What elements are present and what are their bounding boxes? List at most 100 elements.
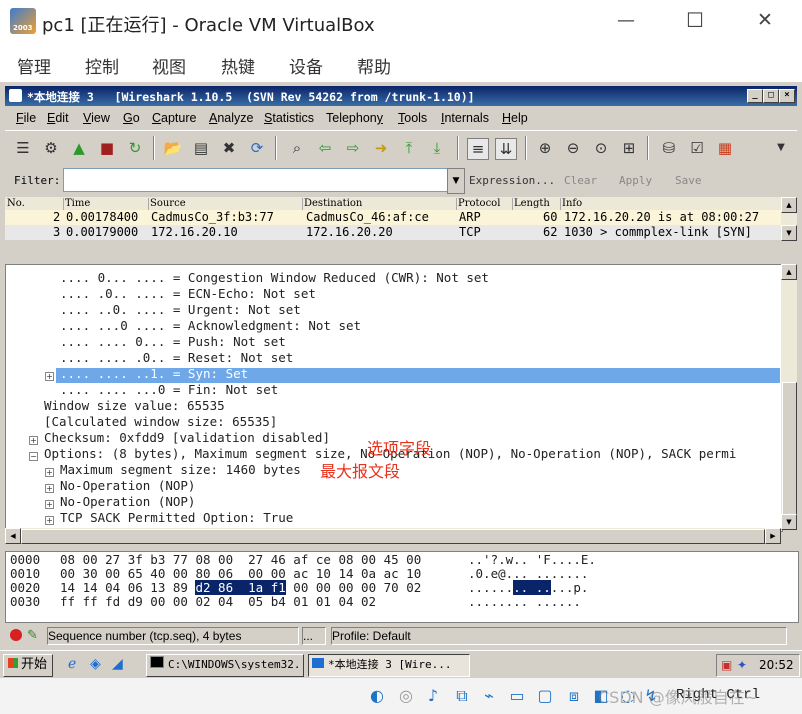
capture-filters-icon[interactable]: ⛁ (659, 138, 679, 158)
apply-button[interactable]: Apply (619, 174, 652, 187)
menu-go[interactable]: Go (123, 111, 140, 125)
detail-line[interactable]: Window size value: 65535 (44, 398, 225, 414)
detail-line[interactable]: .... .... .0.. = Reset: Not set (60, 350, 293, 366)
detail-line[interactable]: Checksum: 0xfdd9 [validation disabled] (44, 430, 330, 446)
menu-telephony[interactable]: Telephony (326, 111, 383, 125)
wireshark-quicklaunch-icon[interactable]: ◢ (112, 656, 123, 672)
go-forward-icon[interactable]: ⇨ (343, 138, 363, 158)
clear-button[interactable]: Clear (564, 174, 597, 187)
hex-bytes[interactable]: 00 30 00 65 40 00 80 06 00 00 ac 10 14 0… (60, 566, 421, 581)
expand-icon[interactable]: + (29, 436, 38, 445)
details-hscrollbar[interactable]: ◀ ▶ (5, 528, 781, 544)
reload-icon[interactable]: ⟳ (247, 138, 267, 158)
detail-line[interactable]: .... .... ...0 = Fin: Not set (60, 382, 278, 398)
detail-line[interactable]: No-Operation (NOP) (60, 478, 195, 494)
vbox-minimize-button[interactable]: — (617, 10, 635, 31)
details-scrollbar[interactable]: ▲ ▼ (781, 264, 797, 530)
start-button[interactable]: 开始 (3, 654, 53, 677)
column-info[interactable]: Info (560, 198, 582, 210)
vbox-menu-devices[interactable]: 设备 (289, 53, 323, 78)
taskbar-wireshark-window[interactable]: *本地连接 3 [Wire... (308, 654, 470, 677)
zoom-normal-icon[interactable]: ⊙ (591, 138, 611, 158)
menu-view[interactable]: View (83, 111, 110, 125)
toolbar-overflow-icon[interactable]: ▼ (771, 138, 791, 158)
detail-line[interactable]: .... .0.. .... = ECN-Echo: Not set (60, 286, 316, 302)
menu-file[interactable]: File (16, 111, 36, 125)
capture-options-icon[interactable]: ⚙ (41, 138, 61, 158)
packet-list-hscrollbar[interactable] (5, 241, 797, 259)
wireshark-minimize-button[interactable]: _ (747, 89, 763, 103)
resize-columns-icon[interactable]: ⊞ (619, 138, 639, 158)
go-last-icon[interactable]: ⤓ (427, 138, 447, 158)
filter-dropdown-icon[interactable]: ▼ (447, 168, 465, 194)
expand-icon[interactable]: + (45, 500, 54, 509)
column-source[interactable]: Source (148, 198, 186, 210)
hex-bytes[interactable]: ff ff fd d9 00 00 02 04 05 b4 01 01 04 0… (60, 594, 376, 609)
hex-ascii[interactable]: ..'?.w.. 'F....E. (468, 552, 596, 567)
detail-line-selected[interactable]: .... .... ..1. = Syn: Set (60, 366, 248, 382)
wireshark-maximize-button[interactable]: □ (763, 89, 779, 103)
hex-bytes[interactable]: 14 14 04 06 13 89 d2 86 1a f1 00 00 00 0… (60, 580, 421, 595)
display-icon[interactable]: ▢ (534, 685, 556, 707)
menu-analyze[interactable]: Analyze (209, 111, 253, 125)
column-protocol[interactable]: Protocol (456, 198, 500, 210)
scroll-up-icon[interactable]: ▲ (781, 197, 797, 213)
hex-bytes[interactable]: 08 00 27 3f b3 77 08 00 27 46 af ce 08 0… (60, 552, 421, 567)
scroll-thumb[interactable] (21, 529, 765, 544)
vbox-menu-help[interactable]: 帮助 (357, 53, 391, 78)
start-capture-icon[interactable]: ▲ (69, 138, 89, 158)
vbox-menu-view[interactable]: 视图 (152, 53, 186, 78)
menu-tools[interactable]: Tools (398, 111, 427, 125)
ie-quicklaunch-icon[interactable]: ℯ (68, 656, 76, 672)
hex-selected-bytes[interactable]: d2 86 1a f1 (195, 580, 286, 595)
collapse-icon[interactable]: − (29, 452, 38, 461)
usb-icon[interactable]: ⌁ (478, 685, 500, 707)
ascii-selected-bytes[interactable]: .. .. (513, 580, 551, 595)
wireshark-close-button[interactable]: × (779, 89, 795, 103)
network-icon[interactable]: ⧉ (451, 685, 473, 707)
hex-ascii[interactable]: ........ ...... (468, 594, 581, 609)
stop-capture-icon[interactable]: ■ (97, 138, 117, 158)
expand-icon[interactable]: + (45, 372, 54, 381)
colorize-icon[interactable]: ≡ (467, 138, 489, 160)
menu-capture[interactable]: Capture (152, 111, 196, 125)
detail-line[interactable]: .... ..0. .... = Urgent: Not set (60, 302, 301, 318)
hard-disk-icon[interactable]: ◐ (366, 685, 388, 707)
network-tray-icon[interactable]: ▣ (721, 655, 732, 676)
save-file-icon[interactable]: ▤ (191, 138, 211, 158)
interfaces-icon[interactable]: ☰ (13, 138, 33, 158)
hex-ascii[interactable]: .0.e@... ....... (468, 566, 588, 581)
detail-line[interactable]: .... 0... .... = Congestion Window Reduc… (60, 270, 489, 286)
optical-drive-icon[interactable]: ◎ (395, 685, 417, 707)
column-time[interactable]: Time (63, 198, 90, 210)
go-back-icon[interactable]: ⇦ (315, 138, 335, 158)
taskbar-cmd-window[interactable]: C:\WINDOWS\system32... (146, 654, 304, 677)
zoom-in-icon[interactable]: ⊕ (535, 138, 555, 158)
column-destination[interactable]: Destination (302, 198, 362, 210)
autoscroll-icon[interactable]: ⇊ (495, 138, 517, 160)
detail-line[interactable]: [Calculated window size: 65535] (44, 414, 277, 430)
filter-input[interactable] (63, 168, 449, 192)
zoom-out-icon[interactable]: ⊖ (563, 138, 583, 158)
expression-button[interactable]: Expression... (469, 174, 555, 187)
menu-statistics[interactable]: Statistics (264, 111, 314, 125)
detail-line[interactable]: TCP SACK Permitted Option: True (60, 510, 293, 526)
packet-list-scrollbar[interactable]: ▲ ▼ (781, 197, 797, 241)
detail-line[interactable]: Maximum segment size: 1460 bytes (60, 462, 301, 478)
video-capture-icon[interactable]: ⧈ (563, 685, 585, 707)
hex-ascii[interactable]: ........ .....p. (468, 580, 588, 595)
packet-row[interactable]: 3 0.00179000 172.16.20.10 172.16.20.20 T… (5, 225, 781, 240)
coloring-rules-icon[interactable]: ▦ (715, 138, 735, 158)
close-file-icon[interactable]: ✖ (219, 138, 239, 158)
detail-line[interactable]: .... .... 0... = Push: Not set (60, 334, 286, 350)
vbox-menu-machine[interactable]: 管理 (17, 53, 51, 78)
vbox-menu-hotkeys[interactable]: 热键 (221, 53, 255, 78)
vbox-tray-icon[interactable]: ✦ (737, 655, 747, 676)
column-length[interactable]: Length (512, 198, 550, 210)
go-first-icon[interactable]: ⤒ (399, 138, 419, 158)
scroll-left-icon[interactable]: ◀ (5, 528, 21, 544)
detail-line[interactable]: .... ...0 .... = Acknowledgment: Not set (60, 318, 361, 334)
find-packet-icon[interactable]: ⌕ (287, 138, 307, 158)
status-profile[interactable]: Profile: Default (331, 627, 787, 645)
scroll-up-icon[interactable]: ▲ (781, 264, 797, 280)
